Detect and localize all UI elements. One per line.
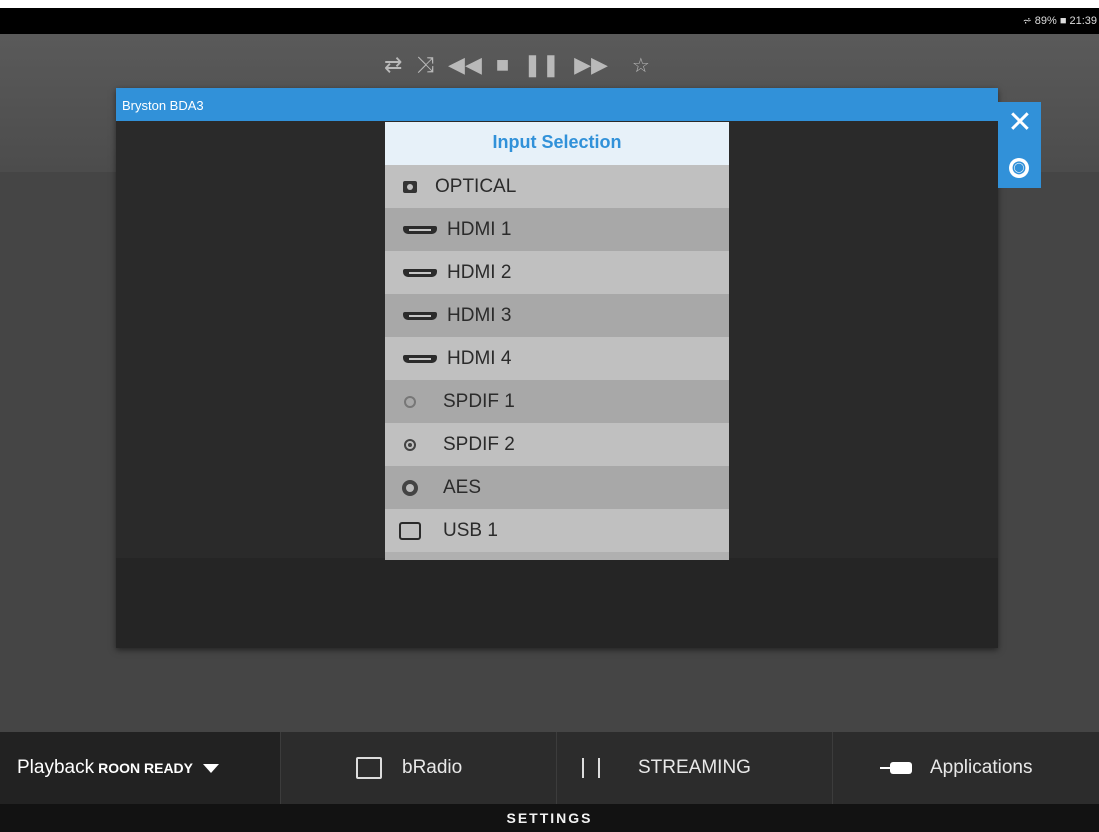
signal-icon: ⩫ (1022, 15, 1032, 27)
aes-icon (402, 479, 418, 496)
radio-icon (356, 757, 382, 779)
input-option-label: SPDIF 1 (443, 390, 515, 412)
favorite-star-icon[interactable]: ☆ (632, 53, 650, 78)
settings-bar[interactable]: SETTINGS (0, 804, 1099, 832)
input-option-label: HDMI 4 (447, 347, 512, 369)
forward-icon[interactable]: ▶▶ (574, 52, 608, 78)
nav-streaming[interactable]: STREAMING (582, 732, 751, 804)
playback-label: Playback (17, 757, 95, 778)
hdmi-icon (403, 225, 437, 234)
bradio-label: bRadio (402, 757, 463, 778)
applications-label: Applications (930, 757, 1033, 778)
globe-icon[interactable]: ◉ (1009, 158, 1029, 178)
bottom-nav: Playback ROON READY bRadio STREAMING App… (0, 732, 1099, 804)
hdmi-icon (403, 354, 437, 363)
input-option-label: USB 1 (443, 519, 498, 541)
streaming-label: STREAMING (638, 757, 751, 778)
spdif-icon (404, 395, 416, 408)
pause-icon[interactable]: ❚❚ (523, 52, 560, 78)
spdif-icon (404, 438, 416, 451)
usb-icon (399, 521, 421, 540)
optical-icon (403, 180, 417, 193)
clock: 21:39 (1069, 14, 1097, 27)
battery-level: 89% (1034, 14, 1057, 27)
nav-divider (280, 732, 281, 804)
input-option-aes[interactable]: AES (385, 466, 729, 509)
input-option-optical[interactable]: OPTICAL (385, 165, 729, 208)
input-selection-header: Input Selection (385, 122, 729, 165)
shuffle-icon[interactable]: ⤨ (416, 52, 434, 78)
network-icon (582, 758, 600, 778)
close-icon[interactable]: ✕ (1004, 104, 1036, 144)
hdmi-icon (403, 268, 437, 277)
top-edge (0, 0, 1099, 8)
nav-bradio[interactable]: bRadio (356, 732, 462, 804)
input-option-label: OPTICAL (435, 175, 517, 197)
chevron-down-icon (203, 763, 220, 773)
nav-applications[interactable]: Applications (880, 732, 1033, 804)
input-option-label: HDMI 1 (447, 218, 512, 240)
dialog-bottom-band (116, 558, 998, 648)
hdmi-icon (403, 311, 437, 320)
dialog-title-bar: Bryston BDA3 (116, 88, 998, 121)
nav-divider (832, 732, 833, 804)
playback-selector[interactable]: Playback ROON READY (0, 732, 280, 804)
input-option-hdmi3[interactable]: HDMI 3 (385, 294, 729, 337)
repeat-icon[interactable]: ⇄ (384, 52, 402, 78)
input-option-hdmi2[interactable]: HDMI 2 (385, 251, 729, 294)
status-bar: ⩫ 89% ■ 21:39 (0, 8, 1099, 34)
rewind-icon[interactable]: ◀◀ (448, 52, 482, 78)
stop-icon[interactable]: ■ (496, 52, 509, 78)
input-selection-panel: Input Selection OPTICAL HDMI 1 HDMI 2 HD… (385, 122, 729, 560)
nav-divider (556, 732, 557, 804)
dialog-title: Bryston BDA3 (122, 98, 204, 113)
settings-label: SETTINGS (506, 810, 593, 826)
plug-icon (880, 762, 912, 774)
input-option-label: HDMI 3 (447, 304, 512, 326)
roon-ready-label: ROON READY (98, 760, 194, 776)
input-option-spdif1[interactable]: SPDIF 1 (385, 380, 729, 423)
input-option-label: SPDIF 2 (443, 433, 515, 455)
input-option-label: AES (443, 476, 482, 498)
dialog-side-buttons: ✕ ◉ (998, 102, 1041, 188)
input-option-usb1[interactable]: USB 1 (385, 509, 729, 552)
input-option-spdif2[interactable]: SPDIF 2 (385, 423, 729, 466)
battery-icon: ■ (1059, 14, 1067, 27)
input-option-hdmi4[interactable]: HDMI 4 (385, 337, 729, 380)
input-option-label: HDMI 2 (447, 261, 512, 283)
transport-controls: ⇄ ⤨ ◀◀ ■ ❚❚ ▶▶ ☆ (384, 50, 664, 80)
input-option-hdmi1[interactable]: HDMI 1 (385, 208, 729, 251)
